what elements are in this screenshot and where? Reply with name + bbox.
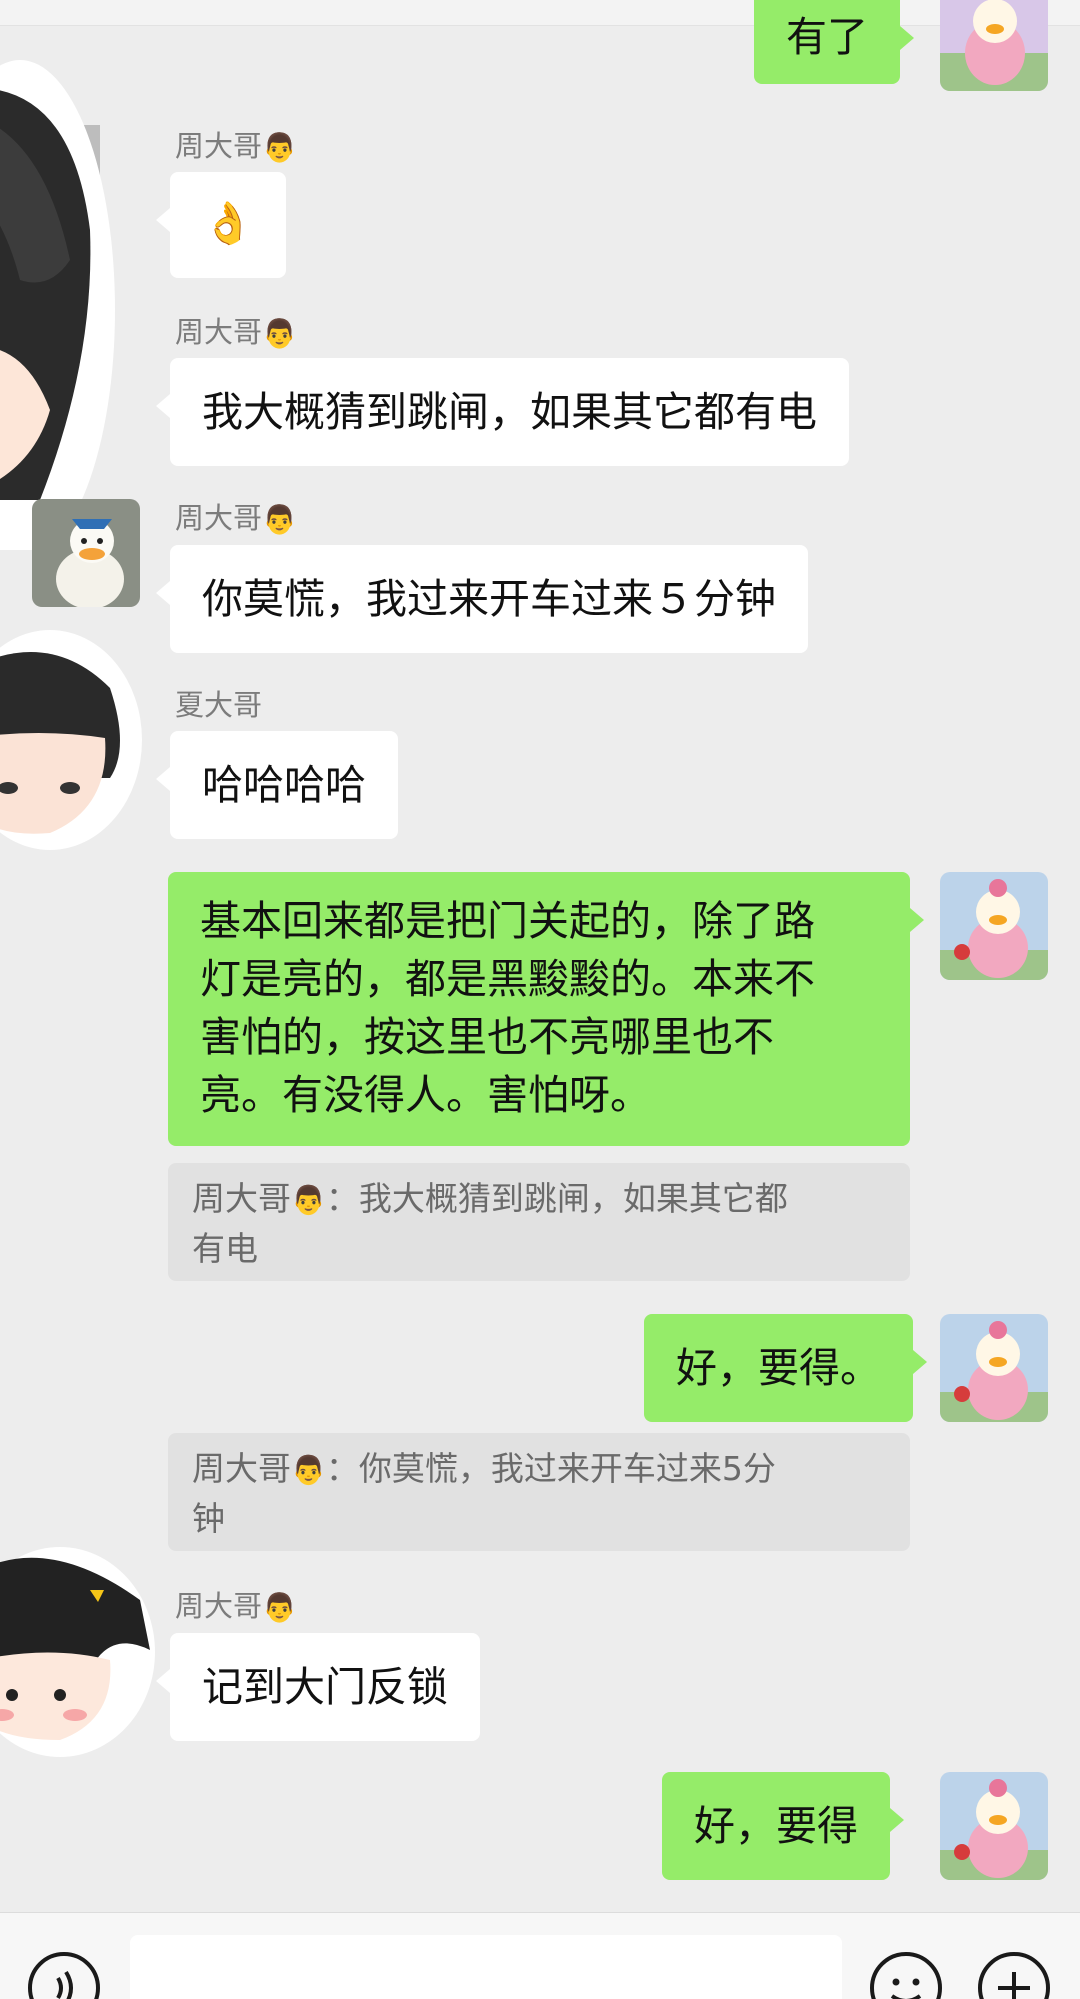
quote-line: 周大哥👨：你莫慌，我过来开车过来5分 (192, 1449, 776, 1488)
emoji-icon[interactable] (870, 1952, 942, 1999)
sticker-avatar-cartoon[interactable] (0, 1540, 165, 1760)
quoted-reply[interactable]: 周大哥👨：我大概猜到跳闸，如果其它都 有电 (168, 1163, 910, 1281)
ok-hand-emoji: 👌 (202, 199, 254, 247)
message-text-line: 灯是亮的，都是黑黢黢的。本来不 (200, 955, 815, 1003)
avatar-duck[interactable] (32, 499, 140, 607)
message-text: 有了 (786, 13, 868, 61)
avatar-self[interactable] (940, 0, 1048, 91)
message-text-line: 亮。有没得人。害怕呀。 (200, 1071, 651, 1119)
plus-icon[interactable] (978, 1952, 1050, 1999)
message-bubble-outgoing[interactable]: 好，要得 (662, 1772, 904, 1880)
message-bubble-outgoing[interactable]: 基本回来都是把门关起的，除了路 灯是亮的，都是黑黢黢的。本来不 害怕的，按这里也… (168, 872, 924, 1146)
quoted-reply[interactable]: 周大哥👨：你莫慌，我过来开车过来5分 钟 (168, 1433, 910, 1551)
sender-name: 周大哥👨 (175, 501, 297, 536)
quote-line: 周大哥👨：我大概猜到跳闸，如果其它都 (192, 1179, 788, 1218)
message-bubble-incoming[interactable]: 哈哈哈哈 (156, 731, 398, 839)
sender-name: 周大哥👨 (175, 129, 297, 164)
sender-name: 周大哥👨 (175, 1589, 297, 1624)
message-text: 好，要得。 (676, 1344, 881, 1392)
message-input[interactable] (130, 1935, 842, 1999)
voice-icon[interactable] (28, 1952, 100, 1999)
message-bubble-incoming[interactable]: 👌 (156, 172, 286, 278)
message-text: 你莫慌，我过来开车过来５分钟 (202, 575, 776, 623)
message-text-line: 害怕的，按这里也不亮哪里也不 (200, 1013, 774, 1061)
avatar-self[interactable] (940, 1772, 1048, 1880)
message-text: 我大概猜到跳闸，如果其它都有电 (202, 388, 817, 436)
message-bubble-outgoing[interactable]: 好，要得。 (644, 1314, 927, 1422)
message-text-line: 基本回来都是把门关起的，除了路 (200, 897, 815, 945)
message-bubble-outgoing[interactable]: 有了 (754, 0, 914, 84)
message-bubble-incoming[interactable]: 我大概猜到跳闸，如果其它都有电 (156, 358, 849, 466)
message-text: 记到大门反锁 (202, 1663, 448, 1711)
top-edge (0, 0, 1080, 26)
sender-name: 周大哥👨 (175, 315, 297, 350)
sticker-avatar-boy[interactable] (0, 628, 150, 853)
message-text: 哈哈哈哈 (202, 761, 366, 809)
sender-name: 夏大哥 (175, 688, 263, 722)
message-bubble-incoming[interactable]: 记到大门反锁 (156, 1633, 480, 1741)
avatar-self[interactable] (940, 1314, 1048, 1422)
quote-line: 有电 (192, 1228, 258, 1268)
message-text: 好，要得 (694, 1802, 858, 1850)
quote-line: 钟 (192, 1498, 225, 1538)
sticker-avatar-left-large (0, 30, 150, 560)
message-bubble-incoming[interactable]: 你莫慌，我过来开车过来５分钟 (156, 545, 808, 653)
avatar-self[interactable] (940, 872, 1048, 980)
